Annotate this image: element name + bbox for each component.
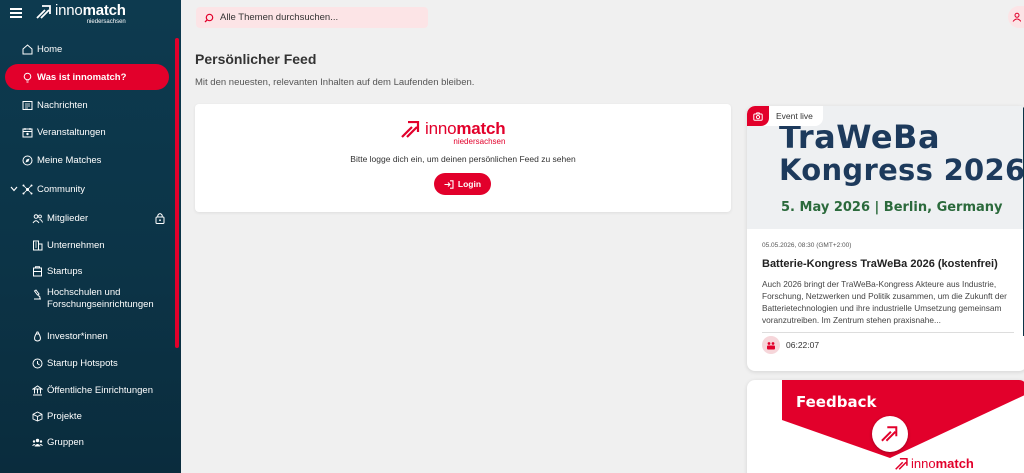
sidebar-item-projekte[interactable]: Projekte (0, 403, 175, 429)
brand-name: innomatch (55, 2, 126, 19)
sidebar-item-hochschulen[interactable]: Hochschulen und Forschungseinrichtungen (0, 285, 175, 315)
sidebar-item-label: Unternehmen (47, 239, 105, 251)
innomatch-logo-mark-icon (36, 5, 51, 19)
sidebar-item-label: Startups (47, 265, 83, 277)
home-icon (21, 43, 33, 55)
event-countdown: 06:22:07 (762, 336, 819, 354)
page-title: Persönlicher Feed (195, 51, 317, 67)
sidebar-item-startup-hotspots[interactable]: Startup Hotspots (0, 350, 175, 376)
calendar-icon (21, 126, 33, 138)
sidebar-item-oeffentliche-einrichtungen[interactable]: Öffentliche Einrichtungen (0, 377, 175, 403)
innomatch-logo: innomatch niedersachsen (401, 120, 506, 146)
sidebar-item-label: Community (37, 183, 86, 195)
newspaper-icon (21, 99, 33, 111)
lock-icon (155, 213, 165, 224)
startup-icon (31, 265, 43, 277)
sidebar-item-nachrichten[interactable]: Nachrichten (0, 92, 175, 118)
user-account-button[interactable] (1008, 6, 1024, 28)
page-subtitle: Mit den neuesten, relevanten Inhalten au… (195, 77, 475, 88)
divider (762, 332, 1014, 333)
search-placeholder: Alle Themen durchsuchen... (220, 12, 339, 23)
search-input[interactable]: Alle Themen durchsuchen... (196, 7, 428, 28)
sidebar-item-unternehmen[interactable]: Unternehmen (0, 232, 175, 258)
sidebar-item-label: Startup Hotspots (47, 357, 118, 369)
camera-icon (747, 106, 769, 126)
microscope-icon (31, 288, 43, 300)
sidebar-item-home[interactable]: Home (0, 36, 175, 62)
event-description: Auch 2026 bringt der TraWeBa-Kongress Ak… (762, 279, 1007, 325)
sidebar-item-gruppen[interactable]: Gruppen (0, 429, 175, 455)
sidebar: innomatch niedersachsen Home Was ist inn… (0, 0, 181, 473)
search-icon (204, 13, 214, 22)
feedback-card[interactable]: Feedback innomatch (747, 380, 1024, 473)
topbar: Alle Themen durchsuchen... (181, 0, 1024, 36)
building-icon (31, 239, 43, 251)
sidebar-item-veranstaltungen[interactable]: Veranstaltungen (0, 119, 175, 145)
sidebar-item-investorinnen[interactable]: Investor*innen (0, 323, 175, 349)
cube-icon (31, 410, 43, 422)
sidebar-item-startups[interactable]: Startups (0, 258, 175, 284)
menu-icon[interactable] (10, 8, 22, 18)
sidebar-item-meine-matches[interactable]: Meine Matches (0, 147, 175, 173)
compass-icon (21, 154, 33, 166)
brand-logo[interactable]: innomatch niedersachsen (36, 3, 126, 25)
sidebar-item-label: Projekte (47, 410, 82, 422)
sidebar-item-label: Öffentliche Einrichtungen (47, 384, 153, 396)
institution-icon (31, 384, 43, 396)
event-live-badge: Event live (747, 106, 823, 126)
sidebar-item-label: Home (37, 43, 63, 55)
innomatch-badge-icon (872, 416, 908, 452)
sidebar-item-label: Gruppen (47, 436, 84, 448)
innomatch-logo: innomatch (895, 457, 974, 470)
sidebar-item-label: Investor*innen (47, 330, 108, 342)
clock-icon (31, 357, 43, 369)
group-icon (31, 436, 43, 448)
sidebar-item-label: Hochschulen und Forschungseinrichtungen (47, 287, 154, 310)
feed-login-card: innomatch niedersachsen Bitte logge dich… (195, 104, 731, 212)
network-icon (21, 183, 33, 195)
people-icon (762, 336, 780, 354)
chevron-down-icon (9, 183, 18, 195)
sidebar-item-mitglieder[interactable]: Mitglieder (0, 205, 175, 231)
event-title[interactable]: Batterie-Kongress TraWeBa 2026 (kostenfr… (762, 258, 998, 270)
sidebar-item-label: Mitglieder (47, 212, 89, 224)
sidebar-item-was-ist-innomatch[interactable]: Was ist innomatch? (5, 64, 169, 90)
event-date: 05.05.2026, 08:30 (GMT+2:00) (762, 242, 852, 249)
user-icon (1012, 12, 1021, 22)
login-prompt: Bitte logge dich ein, um deinen persönli… (350, 154, 576, 164)
sidebar-scrollbar[interactable] (175, 38, 179, 348)
users-icon (31, 212, 43, 224)
sidebar-item-community[interactable]: Community (0, 176, 175, 202)
innomatch-logo-mark-icon (401, 121, 420, 138)
sidebar-item-label: Veranstaltungen (37, 126, 106, 138)
feedback-title: Feedback (796, 393, 877, 411)
lightbulb-icon (21, 71, 33, 83)
sidebar-item-label: Nachrichten (37, 99, 88, 111)
brand-sub: niedersachsen (86, 19, 126, 25)
innomatch-logo-mark-icon (895, 458, 908, 470)
moneybag-icon (31, 330, 43, 342)
login-icon (444, 179, 454, 189)
sidebar-item-label: Was ist innomatch? (37, 71, 127, 83)
sidebar-item-label: Meine Matches (37, 154, 102, 166)
event-card[interactable]: TraWeBa Kongress 2026 5. May 2026 | Berl… (747, 106, 1024, 371)
sidebar-header: innomatch niedersachsen (0, 0, 181, 30)
login-button[interactable]: Login (434, 173, 491, 195)
